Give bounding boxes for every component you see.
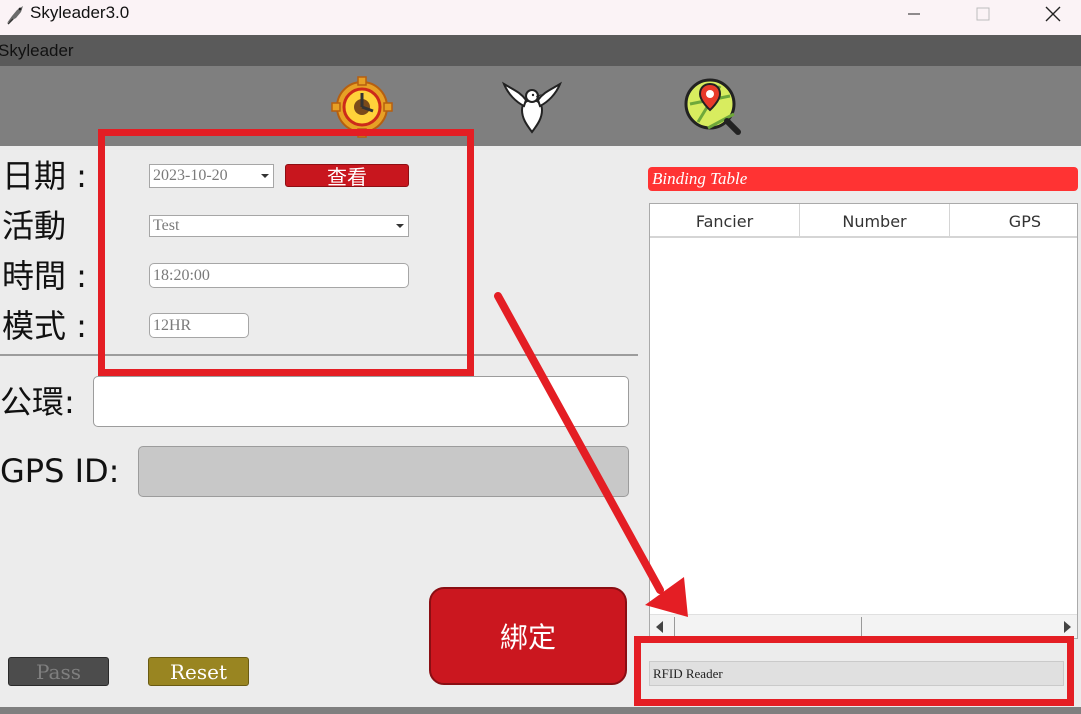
- annotation-arrow: [494, 292, 688, 617]
